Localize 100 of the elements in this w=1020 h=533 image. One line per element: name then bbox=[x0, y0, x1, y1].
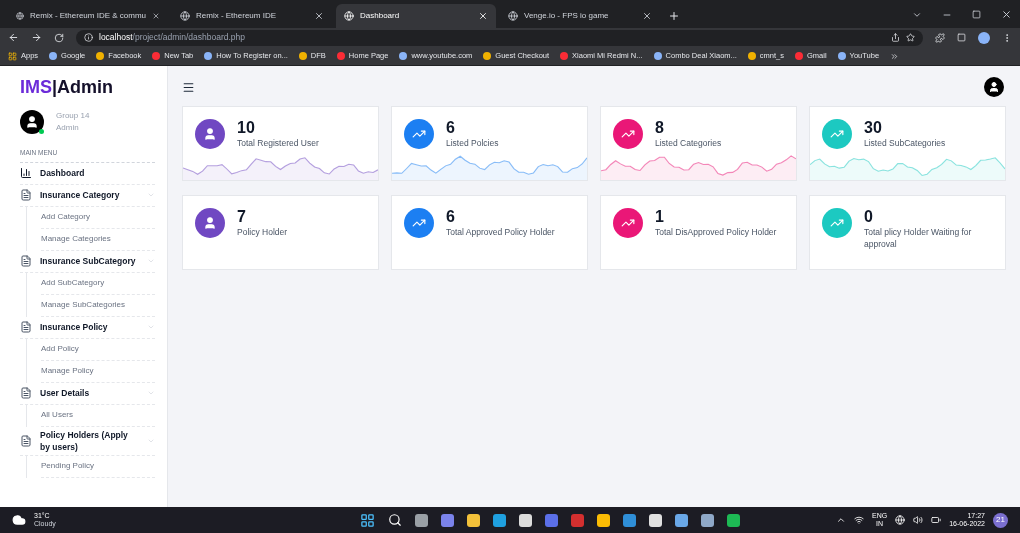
submenu-item[interactable]: Pending Policy bbox=[41, 455, 155, 478]
stat-value: 1 bbox=[655, 208, 665, 226]
user-role: Admin bbox=[56, 122, 80, 134]
stat-label: Total Registered User bbox=[237, 137, 319, 149]
stat-label: Listed Polcies bbox=[446, 137, 499, 149]
close-icon[interactable] bbox=[1001, 9, 1012, 20]
stat-value: 0 bbox=[864, 208, 874, 226]
favicon-icon bbox=[298, 52, 307, 60]
back-icon[interactable] bbox=[8, 32, 19, 43]
site-icon bbox=[508, 11, 518, 21]
site-icon bbox=[180, 11, 190, 21]
globe-icon[interactable] bbox=[895, 515, 906, 525]
favicon-icon bbox=[49, 52, 58, 60]
menu-item[interactable]: Insurance SubCategory bbox=[20, 250, 155, 273]
menu-item[interactable]: Policy Holders (Apply by users) bbox=[20, 426, 155, 456]
maximize-icon[interactable] bbox=[972, 10, 981, 19]
menu-item[interactable]: Dashboard bbox=[20, 162, 155, 185]
tab-title: Remix - Ethereum IDE bbox=[196, 10, 278, 22]
app-icon[interactable] bbox=[493, 513, 506, 527]
app-icon[interactable] bbox=[467, 513, 480, 527]
bar-chart-icon bbox=[20, 167, 32, 180]
browser-tab[interactable]: Remix - Ethereum IDE & commu bbox=[8, 4, 168, 28]
user-name: Group 14 bbox=[56, 110, 90, 122]
close-icon[interactable] bbox=[314, 11, 324, 21]
avatar-icon bbox=[20, 110, 44, 134]
more-bookmarks-icon[interactable] bbox=[890, 51, 900, 61]
app-icon[interactable] bbox=[415, 513, 428, 527]
stat-label: Total DisApproved Policy Holder bbox=[655, 226, 777, 238]
menu-icon[interactable] bbox=[182, 80, 195, 94]
logo: IMS|Admin bbox=[20, 76, 115, 98]
battery-icon[interactable] bbox=[931, 515, 942, 525]
close-icon[interactable] bbox=[642, 11, 652, 21]
favicon-icon bbox=[399, 52, 408, 60]
document-icon bbox=[20, 189, 32, 202]
app-icon[interactable] bbox=[649, 513, 662, 527]
submenu-item[interactable]: All Users bbox=[41, 404, 155, 427]
stat-label: Listed SubCategories bbox=[864, 137, 946, 149]
apps-icon bbox=[8, 51, 17, 61]
submenu-item[interactable]: Add Policy bbox=[41, 338, 155, 361]
stat-value: 6 bbox=[446, 208, 456, 226]
profile-icon[interactable] bbox=[984, 77, 1004, 97]
submenu-item[interactable]: Add Category bbox=[41, 206, 155, 229]
favicon-icon bbox=[560, 52, 569, 60]
app-icon[interactable] bbox=[519, 513, 532, 527]
tray-chevron-icon[interactable] bbox=[836, 515, 846, 525]
forward-icon[interactable] bbox=[31, 32, 42, 43]
document-icon bbox=[20, 387, 32, 400]
stat-label: Total Approved Policy Holder bbox=[446, 226, 555, 238]
weather-icon[interactable] bbox=[12, 513, 26, 527]
submenu-item[interactable]: Manage Categories bbox=[41, 228, 155, 251]
stat-value: 7 bbox=[237, 208, 247, 226]
app-icon[interactable] bbox=[675, 513, 688, 527]
close-icon[interactable] bbox=[152, 11, 160, 21]
stat-label: Listed Categories bbox=[655, 137, 722, 149]
app-icon[interactable] bbox=[597, 513, 610, 527]
start-icon[interactable] bbox=[360, 512, 375, 528]
stat-value: 8 bbox=[655, 119, 665, 137]
document-icon bbox=[20, 255, 32, 268]
favicon-icon bbox=[96, 52, 105, 60]
tab-title: Remix - Ethereum IDE & commu bbox=[30, 10, 146, 22]
volume-icon[interactable] bbox=[913, 515, 924, 525]
document-icon bbox=[20, 434, 32, 447]
favicon-icon bbox=[837, 52, 846, 60]
favicon-icon bbox=[152, 52, 161, 60]
new-tab-icon[interactable] bbox=[668, 10, 680, 22]
stat-value: 30 bbox=[864, 119, 883, 137]
site-icon bbox=[344, 11, 354, 21]
menu-item[interactable]: User Details bbox=[20, 382, 155, 405]
notification-count[interactable]: 21 bbox=[993, 512, 1008, 528]
submenu-item[interactable]: Manage SubCategories bbox=[41, 294, 155, 317]
close-icon[interactable] bbox=[478, 11, 488, 21]
submenu-item[interactable]: Add SubCategory bbox=[41, 272, 155, 295]
menu-item[interactable]: Insurance Category bbox=[20, 184, 155, 207]
url-text: localhost/project/admin/dashboard.php bbox=[99, 31, 246, 44]
stat-label: Policy Holder bbox=[237, 226, 288, 238]
share-icon[interactable] bbox=[891, 33, 900, 42]
document-icon bbox=[20, 321, 32, 334]
app-icon[interactable] bbox=[727, 513, 740, 527]
browser-tab[interactable]: Dashboard bbox=[336, 4, 496, 28]
site-icon bbox=[16, 11, 24, 21]
search-icon[interactable] bbox=[388, 513, 402, 527]
address-bar[interactable]: localhost/project/admin/dashboard.php bbox=[76, 29, 923, 46]
extensions-icon[interactable] bbox=[935, 32, 945, 43]
stat-value: 6 bbox=[446, 119, 456, 137]
browser-tab[interactable]: Remix - Ethereum IDE bbox=[172, 4, 332, 28]
menu-item[interactable]: Insurance Policy bbox=[20, 316, 155, 339]
favicon-icon bbox=[653, 52, 662, 60]
info-icon bbox=[84, 33, 93, 42]
favicon-icon bbox=[204, 52, 213, 60]
favicon-icon bbox=[483, 52, 492, 60]
bookmark-icon[interactable] bbox=[906, 33, 915, 42]
app-icon[interactable] bbox=[701, 513, 714, 527]
profile-icon[interactable] bbox=[978, 31, 990, 44]
tab-title: Venge.io - FPS io game bbox=[524, 10, 610, 22]
network-icon[interactable] bbox=[854, 515, 864, 525]
submenu-item[interactable]: Manage Policy bbox=[41, 360, 155, 383]
reload-icon[interactable] bbox=[54, 32, 64, 43]
browser-tab[interactable]: Venge.io - FPS io game bbox=[500, 4, 660, 28]
panel-icon[interactable] bbox=[957, 33, 966, 42]
favicon-icon bbox=[336, 52, 345, 60]
